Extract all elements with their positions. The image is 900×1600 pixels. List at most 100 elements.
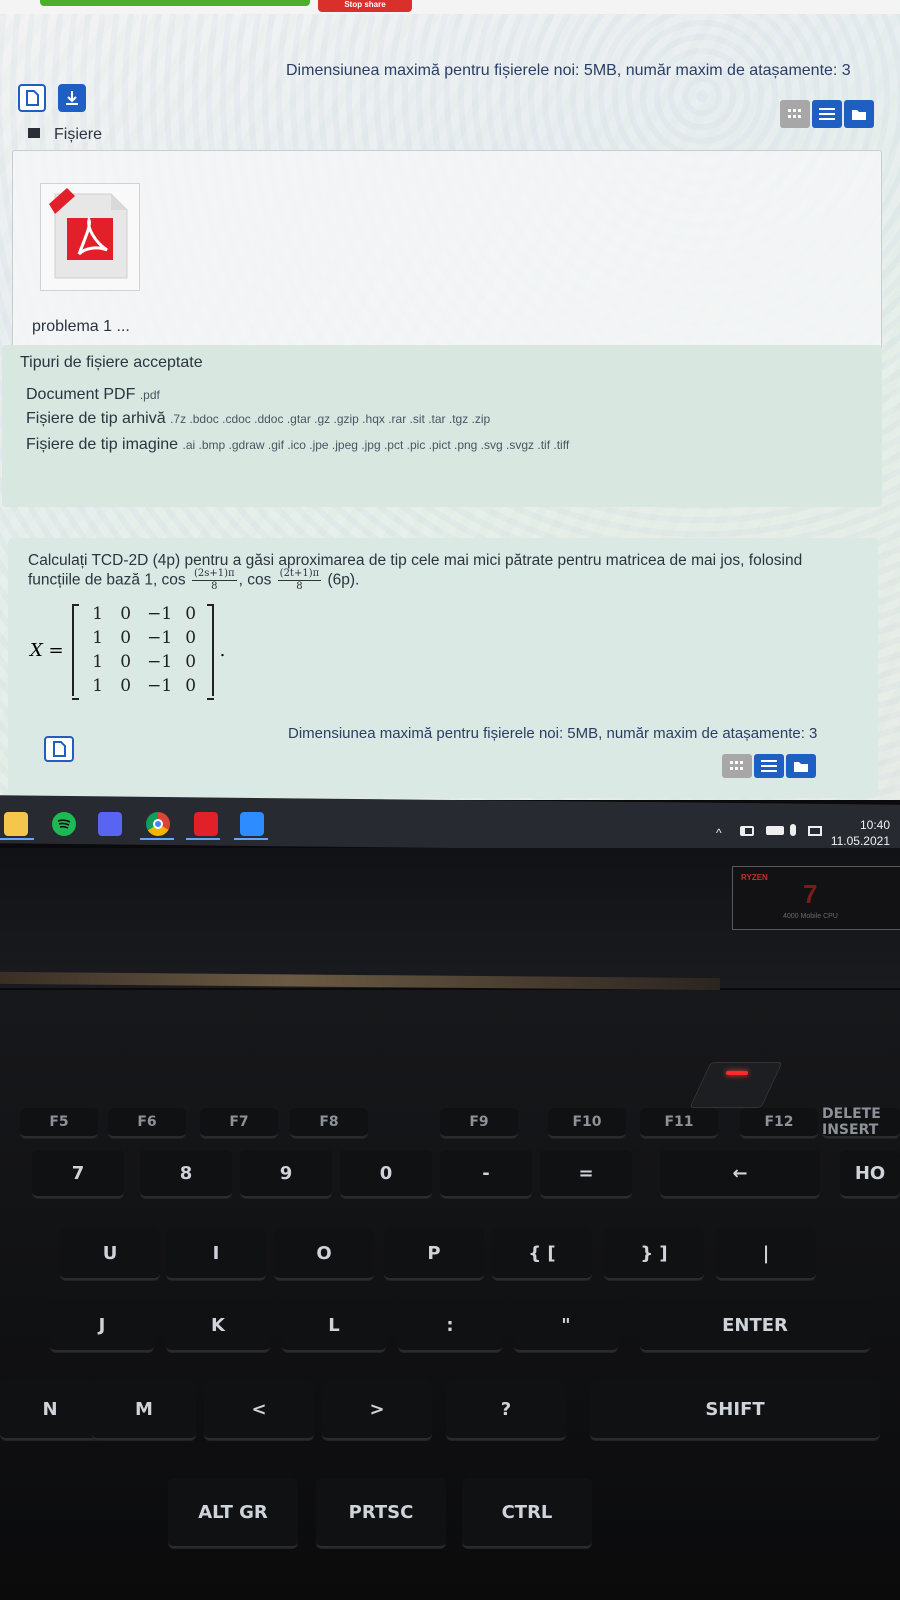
- list-view-button[interactable]: [812, 100, 842, 128]
- sticker-brand: RYZEN: [741, 873, 768, 882]
- pdf-file-thumbnail[interactable]: [40, 183, 140, 291]
- tray-chevron-icon[interactable]: ^: [716, 826, 722, 840]
- type-extensions: .pdf: [139, 388, 160, 402]
- grid-view-button[interactable]: [722, 754, 752, 778]
- key-[interactable]: >: [322, 1380, 432, 1440]
- key-prtsc[interactable]: PRTSC: [316, 1478, 446, 1548]
- matrix-cell: −1: [147, 604, 173, 624]
- key-shift[interactable]: SHIFT: [590, 1380, 880, 1440]
- key-8[interactable]: 8: [140, 1150, 232, 1198]
- matrix-cell: 1: [92, 604, 104, 624]
- key-ctrl[interactable]: CTRL: [462, 1478, 592, 1548]
- matrix-cell: 0: [185, 628, 197, 648]
- zoom-icon[interactable]: [240, 812, 264, 836]
- battery-icon[interactable]: [766, 826, 784, 835]
- new-file-icon: [26, 90, 39, 106]
- key-7[interactable]: 7: [32, 1150, 124, 1198]
- file-name-label[interactable]: problema 1 ...: [32, 318, 130, 336]
- accepted-type-row: Fișiere de tip imagine .ai .bmp .gdraw .…: [26, 436, 569, 454]
- matrix-cell: 0: [120, 676, 132, 696]
- files-heading: Fișiere: [54, 126, 103, 143]
- key-alt-gr[interactable]: ALT GR: [168, 1478, 298, 1548]
- active-app-indicator: [186, 838, 220, 840]
- pdf-icon: [49, 188, 128, 279]
- stop-share-button[interactable]: Stop share: [318, 0, 412, 12]
- view-mode-toggle: [780, 100, 874, 128]
- add-file-button[interactable]: [44, 736, 74, 762]
- key-[interactable]: -: [440, 1150, 532, 1198]
- key-ho[interactable]: HO: [840, 1150, 900, 1198]
- tree-view-button[interactable]: [786, 754, 816, 778]
- key-j[interactable]: J: [50, 1300, 154, 1352]
- key-l[interactable]: L: [282, 1300, 386, 1352]
- key-enter[interactable]: ENTER: [640, 1300, 870, 1352]
- ryzen-sticker: RYZEN 7 4000 Mobile CPU: [732, 866, 900, 930]
- key-i[interactable]: I: [166, 1228, 266, 1280]
- volume-icon[interactable]: [740, 826, 754, 836]
- key-u[interactable]: U: [60, 1228, 160, 1280]
- key-n[interactable]: N: [0, 1380, 100, 1440]
- key-f10[interactable]: F10: [548, 1108, 626, 1138]
- folder-icon: [852, 109, 866, 120]
- key-[interactable]: ←: [660, 1150, 820, 1198]
- key-[interactable]: =: [540, 1150, 632, 1198]
- list-icon: [761, 760, 777, 772]
- matrix-x: 1 0 −1 0 1 0 −1 0 1 0 −1 0 1 0 −1 0: [71, 604, 214, 700]
- key-[interactable]: |: [716, 1228, 816, 1280]
- matrix-equation: X = 1 0 −1 0 1 0 −1 0 1 0 −1 0 1 0 −1 0 .: [30, 600, 225, 700]
- new-file-icon: [53, 741, 66, 757]
- file-explorer-icon[interactable]: [4, 812, 28, 836]
- question-line-2: funcțiile de bază 1, cos (2s+1)π 8, cos (…: [28, 568, 359, 593]
- grid-view-button[interactable]: [780, 100, 810, 128]
- key-0[interactable]: 0: [340, 1150, 432, 1198]
- accepted-type-row: Fișiere de tip arhivă .7z .bdoc .cdoc .d…: [26, 410, 490, 428]
- clock-date[interactable]: 11.05.2021: [818, 834, 890, 848]
- key-9[interactable]: 9: [240, 1150, 332, 1198]
- files-panel: [12, 150, 882, 360]
- fraction-denominator: 8: [211, 581, 218, 592]
- key-f7[interactable]: F7: [200, 1108, 278, 1138]
- key-[interactable]: :: [398, 1300, 502, 1352]
- add-file-button[interactable]: [18, 84, 46, 112]
- key-o[interactable]: O: [274, 1228, 374, 1280]
- spotify-waves-icon: [57, 819, 71, 829]
- key-delete-insert[interactable]: DELETE INSERT: [822, 1106, 900, 1138]
- matrix-cell: 0: [185, 652, 197, 672]
- spotify-icon[interactable]: [52, 812, 76, 836]
- microphone-icon[interactable]: [790, 824, 796, 836]
- key-[interactable]: { [: [492, 1228, 592, 1280]
- key-p[interactable]: P: [384, 1228, 484, 1280]
- list-view-button[interactable]: [754, 754, 784, 778]
- tree-view-button[interactable]: [844, 100, 874, 128]
- sticker-model: 7: [803, 879, 818, 909]
- key-f12[interactable]: F12: [740, 1108, 818, 1138]
- key-f9[interactable]: F9: [440, 1108, 518, 1138]
- accepted-types-title: Tipuri de fișiere acceptate: [20, 354, 203, 371]
- download-button[interactable]: [58, 84, 86, 112]
- key-[interactable]: <: [204, 1380, 314, 1440]
- matrix-cell: 0: [185, 604, 197, 624]
- key-[interactable]: } ]: [604, 1228, 704, 1280]
- question-text: , cos: [238, 571, 272, 589]
- key-f11[interactable]: F11: [640, 1108, 718, 1138]
- key-k[interactable]: K: [166, 1300, 270, 1352]
- type-label: Document PDF: [26, 386, 136, 403]
- view-mode-toggle: [722, 754, 816, 778]
- key-f8[interactable]: F8: [290, 1108, 368, 1138]
- matrix-cell: −1: [147, 628, 173, 648]
- upload-limit-text: Dimensiunea maximă pentru fișierele noi:…: [286, 62, 851, 79]
- share-toolbar-bar: [40, 0, 310, 6]
- acrobat-icon[interactable]: [194, 812, 218, 836]
- grid-icon: [788, 109, 801, 118]
- key-[interactable]: ": [514, 1300, 618, 1352]
- key-f6[interactable]: F6: [108, 1108, 186, 1138]
- key-f5[interactable]: F5: [20, 1108, 98, 1138]
- fraction-1: (2s+1)π 8: [192, 568, 237, 593]
- clock-time[interactable]: 10:40: [830, 818, 890, 832]
- discord-icon[interactable]: [98, 812, 122, 836]
- chrome-icon[interactable]: [146, 812, 170, 836]
- matrix-cell: 0: [120, 628, 132, 648]
- accepted-type-row: Document PDF .pdf: [26, 386, 160, 404]
- key-m[interactable]: M: [92, 1380, 196, 1440]
- key-[interactable]: ?: [446, 1380, 566, 1440]
